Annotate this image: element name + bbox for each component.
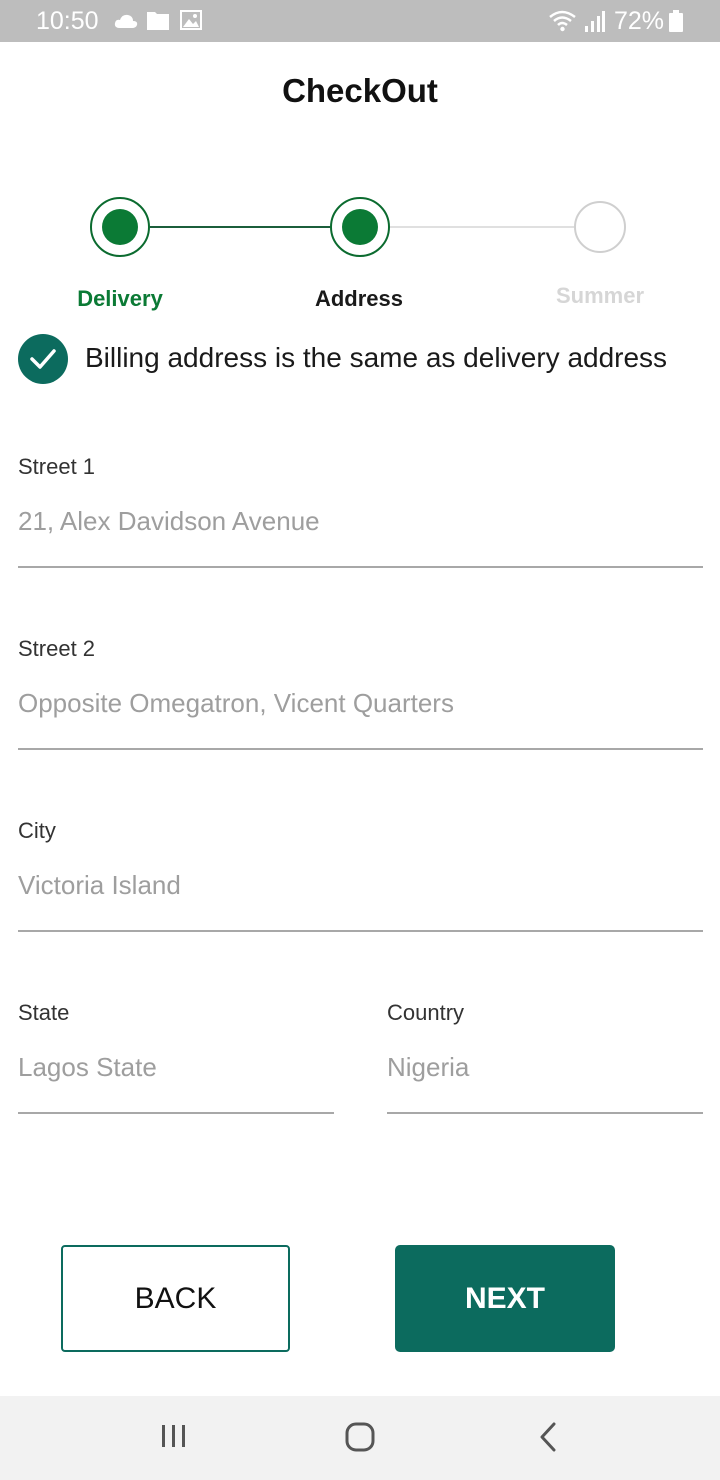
back-button[interactable]: BACK: [61, 1245, 290, 1352]
state-field[interactable]: State Lagos State: [18, 1000, 334, 1116]
system-nav-bar: [0, 1396, 720, 1480]
step-address-indicator[interactable]: [330, 197, 390, 257]
street2-underline: [18, 748, 703, 750]
signal-icon: [585, 11, 605, 32]
status-bar: 10:50 72%: [0, 0, 720, 42]
cloud-icon: [114, 14, 138, 28]
state-input[interactable]: Lagos State: [18, 1052, 157, 1083]
city-underline: [18, 930, 703, 932]
page-title: CheckOut: [282, 72, 438, 109]
battery-icon: [669, 10, 683, 32]
state-underline: [18, 1112, 334, 1114]
country-field[interactable]: Country Nigeria: [387, 1000, 703, 1116]
back-icon[interactable]: [538, 1422, 558, 1452]
street1-input[interactable]: 21, Alex Davidson Avenue: [18, 506, 320, 537]
city-label: City: [18, 818, 56, 843]
billing-same-label[interactable]: Billing address is the same as delivery …: [85, 342, 667, 374]
checkout-stepper: Delivery Address Summer: [0, 190, 720, 320]
state-label: State: [18, 1000, 70, 1025]
step-delivery-label[interactable]: Delivery: [20, 286, 220, 312]
step-connector-upcoming: [390, 226, 574, 228]
street1-underline: [18, 566, 703, 568]
country-input[interactable]: Nigeria: [387, 1052, 469, 1083]
city-input[interactable]: Victoria Island: [18, 870, 181, 901]
home-icon[interactable]: [345, 1422, 375, 1452]
folder-icon: [147, 12, 169, 30]
status-time: 10:50: [36, 7, 99, 35]
street1-label: Street 1: [18, 454, 96, 479]
street2-label: Street 2: [18, 636, 96, 661]
street2-input[interactable]: Opposite Omegatron, Vicent Quarters: [18, 688, 454, 719]
city-field[interactable]: City Victoria Island: [18, 818, 703, 934]
battery-percent: 72%: [614, 7, 665, 35]
wifi-icon: [549, 10, 576, 32]
gallery-icon: [180, 10, 202, 30]
recents-icon[interactable]: [160, 1422, 188, 1450]
step-connector-completed: [150, 226, 330, 228]
country-underline: [387, 1112, 703, 1114]
step-summary-indicator[interactable]: [574, 201, 626, 253]
step-address-label[interactable]: Address: [259, 286, 459, 312]
step-summary-label[interactable]: Summer: [500, 283, 700, 309]
billing-same-checkbox-row[interactable]: Billing address is the same as delivery …: [18, 334, 708, 384]
checkbox-checked-icon[interactable]: [18, 334, 68, 384]
next-button[interactable]: NEXT: [395, 1245, 615, 1352]
step-delivery-indicator[interactable]: [90, 197, 150, 257]
street2-field[interactable]: Street 2 Opposite Omegatron, Vicent Quar…: [18, 636, 703, 752]
street1-field[interactable]: Street 1 21, Alex Davidson Avenue: [18, 454, 703, 570]
country-label: Country: [387, 1000, 465, 1025]
